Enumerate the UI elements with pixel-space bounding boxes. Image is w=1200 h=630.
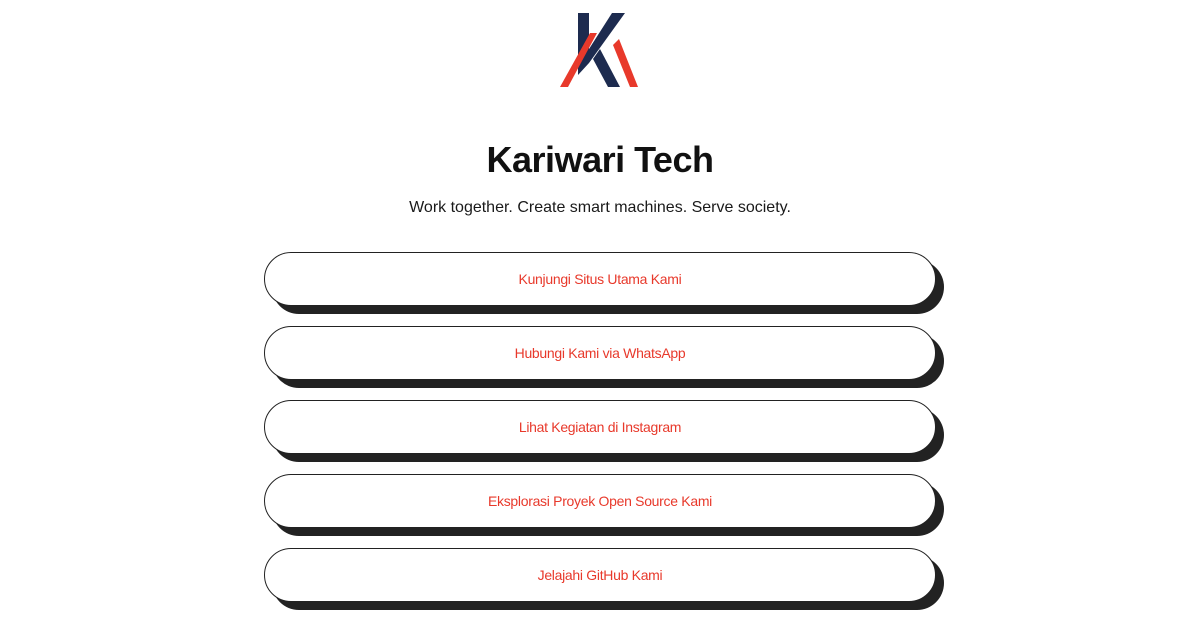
link-button-instagram[interactable]: Lihat Kegiatan di Instagram (264, 400, 936, 454)
tagline: Work together. Create smart machines. Se… (409, 199, 791, 216)
link-button-open-source[interactable]: Eksplorasi Proyek Open Source Kami (264, 474, 936, 528)
logo-navy-leg (593, 49, 620, 87)
link-button-whatsapp[interactable]: Hubungi Kami via WhatsApp (264, 326, 936, 380)
link-button-github[interactable]: Jelajahi GitHub Kami (264, 548, 936, 602)
logo-red-right (613, 39, 638, 87)
page-title: Kariwari Tech (486, 139, 714, 180)
kariwari-logo-icon (560, 13, 638, 87)
link-page: Kariwari Tech Work together. Create smar… (0, 0, 1200, 630)
link-list: Kunjungi Situs Utama Kami Hubungi Kami v… (264, 252, 944, 622)
link-button-main-site[interactable]: Kunjungi Situs Utama Kami (264, 252, 936, 306)
